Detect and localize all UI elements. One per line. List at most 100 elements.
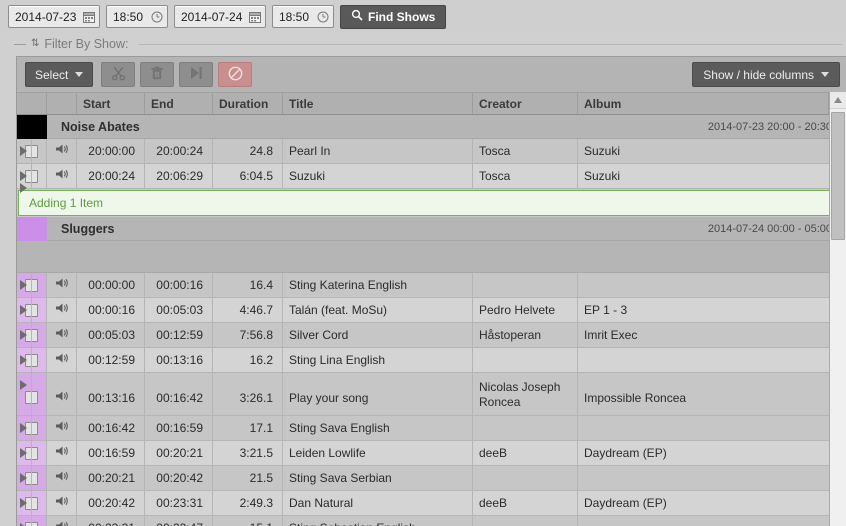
cut-button[interactable] (101, 62, 136, 87)
speaker-icon[interactable] (55, 420, 69, 436)
speaker-icon[interactable] (55, 445, 69, 461)
row-drag-handle[interactable] (17, 323, 32, 347)
scrollbar-thumb[interactable] (831, 112, 845, 240)
row-preview-cell[interactable] (47, 373, 77, 415)
cell-creator: Tosca (473, 164, 578, 188)
table-row[interactable]: 00:20:42 00:23:31 2:49.3 Dan Natural dee… (17, 491, 846, 516)
column-header-duration[interactable]: Duration (213, 93, 283, 114)
row-drag-handle[interactable] (17, 441, 32, 465)
row-drag-handle[interactable] (17, 491, 32, 515)
row-expand-icon[interactable] (20, 330, 27, 340)
column-header-speaker[interactable] (47, 93, 77, 114)
speaker-icon[interactable] (55, 520, 69, 526)
cell-start: 00:16:42 (77, 416, 145, 440)
vertical-scrollbar[interactable] (829, 92, 846, 526)
end-date-input[interactable]: 2014-07-24 (174, 5, 266, 28)
table-header-row: Start End Duration Title Creator Album (17, 92, 846, 115)
table-row[interactable]: 00:13:16 00:16:42 3:26.1 Play your song … (17, 373, 846, 416)
row-preview-cell[interactable] (47, 441, 77, 465)
row-preview-cell[interactable] (47, 323, 77, 347)
jump-to-current-button[interactable] (179, 62, 214, 87)
cell-creator: Nicolas Joseph Roncea (473, 373, 578, 415)
table-row[interactable]: 00:20:21 00:20:42 21.5 Sting Sava Serbia… (17, 466, 846, 491)
row-drag-handle[interactable] (17, 416, 32, 440)
row-expand-icon[interactable] (20, 280, 27, 290)
find-shows-button[interactable]: Find Shows (340, 4, 447, 29)
table-row[interactable]: 00:12:59 00:13:16 16.2 Sting Lina Englis… (17, 348, 846, 373)
row-expand-icon[interactable] (20, 380, 27, 390)
cell-start: 20:00:24 (77, 164, 145, 188)
row-preview-cell[interactable] (47, 516, 77, 526)
row-preview-cell[interactable] (47, 164, 77, 188)
row-drag-handle[interactable] (17, 298, 32, 322)
show-search-bar: 2014-07-23 18:50 2014-07-24 18:50 Find S… (0, 0, 846, 33)
row-preview-cell[interactable] (47, 298, 77, 322)
column-header-title[interactable]: Title (283, 93, 473, 114)
schedule-grid: Start End Duration Title Creator Album N… (17, 92, 846, 526)
row-preview-cell[interactable] (47, 491, 77, 515)
table-row[interactable]: 00:16:42 00:16:59 17.1 Sting Sava Englis… (17, 416, 846, 441)
adding-item-notice-wrap: Adding 1 Item (17, 183, 846, 217)
speaker-icon[interactable] (55, 352, 69, 368)
filter-legend-label: Filter By Show: (44, 37, 129, 51)
row-expand-icon[interactable] (20, 355, 27, 365)
table-row[interactable]: 00:16:59 00:20:21 3:21.5 Leiden Lowlife … (17, 441, 846, 466)
table-row[interactable]: 00:05:03 00:12:59 7:56.8 Silver Cord Hås… (17, 323, 846, 348)
table-row[interactable]: 20:00:00 20:00:24 24.8 Pearl In Tosca Su… (17, 139, 846, 164)
show-hide-columns-button[interactable]: Show / hide columns (692, 62, 840, 87)
speaker-icon[interactable] (55, 168, 69, 184)
cell-creator (473, 348, 578, 372)
row-expand-icon[interactable] (20, 183, 27, 193)
row-drag-handle[interactable] (17, 516, 32, 526)
speaker-icon[interactable] (55, 470, 69, 486)
row-preview-cell[interactable] (47, 273, 77, 297)
row-expand-icon[interactable] (20, 448, 27, 458)
table-row[interactable]: 00:00:00 00:00:16 16.4 Sting Katerina En… (17, 273, 846, 298)
row-drag-handle[interactable] (17, 139, 32, 163)
table-row[interactable]: 00:23:31 00:23:47 15.1 Sting Sebastian E… (17, 516, 846, 526)
row-drag-handle[interactable] (17, 273, 32, 297)
row-expand-icon[interactable] (20, 473, 27, 483)
row-preview-cell[interactable] (47, 466, 77, 490)
row-preview-cell[interactable] (47, 139, 77, 163)
start-time-input[interactable]: 18:50 (106, 5, 168, 28)
row-expand-icon[interactable] (20, 171, 27, 181)
start-date-input[interactable]: 2014-07-23 (8, 5, 100, 28)
clock-icon (317, 11, 329, 23)
speaker-icon[interactable] (55, 277, 69, 293)
show-name: Noise Abates (61, 119, 140, 134)
row-drag-handle[interactable] (17, 466, 32, 490)
show-group-header[interactable]: Noise Abates 2014-07-23 20:00 - 20:30 (17, 115, 846, 139)
speaker-icon[interactable] (55, 390, 69, 406)
column-header-album[interactable]: Album (578, 93, 829, 114)
row-expand-icon[interactable] (20, 305, 27, 315)
delete-button[interactable] (140, 62, 175, 87)
updown-arrows-icon[interactable]: ⇅ (31, 39, 39, 49)
column-header-end[interactable]: End (145, 93, 213, 114)
speaker-icon[interactable] (55, 302, 69, 318)
end-time-input[interactable]: 18:50 (272, 5, 334, 28)
column-header-checkbox[interactable] (17, 93, 47, 114)
cell-end: 00:16:42 (145, 373, 213, 415)
row-expand-icon[interactable] (20, 423, 27, 433)
cell-album: Imrit Exec (578, 323, 846, 347)
column-header-creator[interactable]: Creator (473, 93, 578, 114)
cancel-show-button[interactable] (218, 62, 253, 87)
row-drag-handle[interactable] (17, 373, 32, 415)
select-dropdown-button[interactable]: Select (25, 62, 94, 87)
scroll-up-button[interactable] (830, 92, 846, 109)
speaker-icon[interactable] (55, 143, 69, 159)
row-preview-cell[interactable] (47, 416, 77, 440)
row-drag-handle[interactable] (17, 348, 32, 372)
row-preview-cell[interactable] (47, 348, 77, 372)
table-row[interactable]: 20:00:24 20:06:29 6:04.5 Suzuki Tosca Su… (17, 164, 846, 189)
speaker-icon[interactable] (55, 495, 69, 511)
row-expand-icon[interactable] (20, 498, 27, 508)
adding-item-notice: Adding 1 Item (18, 190, 845, 216)
speaker-icon[interactable] (55, 327, 69, 343)
row-expand-icon[interactable] (20, 146, 27, 156)
legend-rule (139, 43, 842, 45)
table-row[interactable]: 00:00:16 00:05:03 4:46.7 Talán (feat. Mo… (17, 298, 846, 323)
show-group-header[interactable]: Sluggers 2014-07-24 00:00 - 05:00 (17, 216, 846, 241)
column-header-start[interactable]: Start (77, 93, 145, 114)
